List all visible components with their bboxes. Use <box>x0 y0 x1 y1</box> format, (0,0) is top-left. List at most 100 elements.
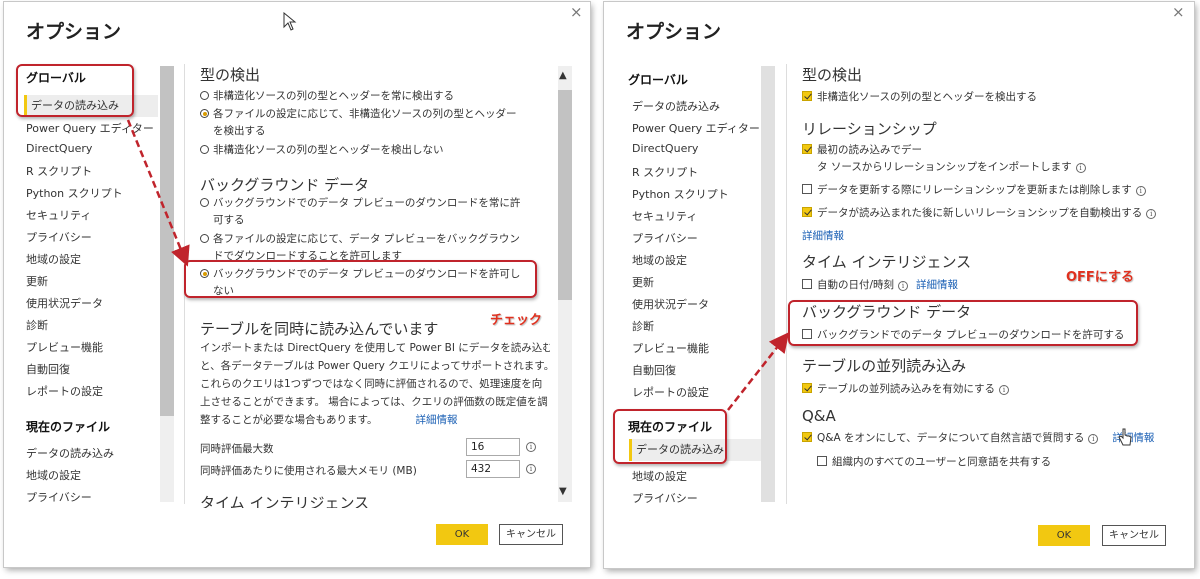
learn-more-link[interactable]: 詳細情報 <box>415 414 457 426</box>
content-scroll-thumb[interactable] <box>558 90 572 300</box>
info-icon[interactable]: i <box>898 281 909 291</box>
radio-option-bg-always[interactable]: バックグラウンドでのデータ プレビューのダウンロードを常に許 <box>200 195 520 212</box>
sidebar-item-diagnostics[interactable]: 診断 <box>632 318 654 334</box>
sidebar-scrollbar[interactable] <box>160 66 174 502</box>
radio-option-always-detect[interactable]: 非構造化ソースの列の型とヘッダーを常に検出する <box>200 88 454 105</box>
sidebar-item-diagnostics[interactable]: 診断 <box>26 317 48 333</box>
sidebar-item-report-settings[interactable]: レポートの設定 <box>26 383 103 399</box>
sidebar-scroll-thumb[interactable] <box>160 66 174 416</box>
info-icon[interactable]: i <box>1088 434 1099 444</box>
radio-icon[interactable] <box>200 91 209 100</box>
sidebar-item-preview-features[interactable]: プレビュー機能 <box>632 340 709 356</box>
info-icon[interactable]: i <box>998 385 1009 395</box>
learn-more-link[interactable]: 詳細情報 <box>802 228 844 245</box>
sidebar-item-auto-recovery[interactable]: 自動回復 <box>632 362 676 378</box>
dialog-title: オプション <box>26 21 122 43</box>
radio-selected-icon[interactable] <box>200 109 209 118</box>
sidebar-item-regional[interactable]: 地域の設定 <box>632 252 687 268</box>
close-icon[interactable]: × <box>1172 3 1185 21</box>
sidebar-item-current-privacy[interactable]: プライバシー <box>26 489 92 505</box>
sidebar-item-preview-features[interactable]: プレビュー機能 <box>26 339 103 355</box>
checkbox-autodetect-relationships[interactable]: データが読み込まれた後に新しいリレーションシップを自動検出する i <box>802 205 1157 222</box>
checkbox-update-relationships[interactable]: データを更新する際にリレーションシップを更新または削除します i <box>802 182 1146 199</box>
info-icon[interactable]: i <box>1135 186 1146 196</box>
sidebar-item-privacy[interactable]: プライバシー <box>632 230 698 246</box>
mouse-cursor-icon <box>283 12 297 31</box>
highlight-background-section <box>788 300 1138 346</box>
sidebar-item-r-script[interactable]: R スクリプト <box>632 164 698 180</box>
sidebar-item-current-data-load[interactable]: データの読み込み <box>26 445 114 461</box>
sidebar-scrollbar[interactable] <box>761 66 775 502</box>
sidebar-item-privacy[interactable]: プライバシー <box>26 229 92 245</box>
sidebar-item-power-query[interactable]: Power Query エディター <box>26 120 154 136</box>
sidebar-item-usage-data[interactable]: 使用状況データ <box>632 296 709 312</box>
radio-icon[interactable] <box>200 234 209 243</box>
info-icon[interactable]: i <box>526 464 536 474</box>
section-background-data: バックグラウンド データ <box>200 176 370 194</box>
ok-button[interactable]: OK <box>1038 525 1090 546</box>
sidebar-item-security[interactable]: セキュリティ <box>26 207 91 223</box>
checkbox-share-synonyms[interactable]: 組織内のすべてのユーザーと同意語を共有する <box>817 454 1051 471</box>
sidebar-scroll-thumb[interactable] <box>761 66 775 502</box>
cancel-button[interactable]: キャンセル <box>499 524 563 545</box>
checkbox-unchecked-icon[interactable] <box>802 279 812 289</box>
checkbox-parallel-loading[interactable]: テーブルの並列読み込みを有効にする i <box>802 381 1009 398</box>
max-memory-input[interactable] <box>466 460 520 478</box>
checkbox-checked-icon[interactable] <box>802 207 812 217</box>
info-icon[interactable]: i <box>1075 163 1086 173</box>
close-icon[interactable]: × <box>570 3 583 21</box>
sidebar-item-python-script[interactable]: Python スクリプト <box>632 186 729 202</box>
scroll-up-icon[interactable]: ▲ <box>559 70 567 81</box>
sidebar-item-directquery[interactable]: DirectQuery <box>632 142 698 155</box>
content-scrollbar[interactable]: ▲ ▼ <box>558 66 572 502</box>
sidebar-item-directquery[interactable]: DirectQuery <box>26 142 92 155</box>
checkbox-auto-datetime[interactable]: 自動の日付/時刻 i 詳細情報 <box>802 277 958 294</box>
annotation-check: チェック <box>490 313 543 328</box>
checkbox-type-detection[interactable]: 非構造化ソースの列の型とヘッダーを検出する <box>802 89 1037 106</box>
checkbox-qa-enable[interactable]: Q&A をオンにして、データについて自然言語で質問する i 詳細情報 <box>802 430 1154 447</box>
checkbox-checked-icon[interactable] <box>802 432 812 442</box>
sidebar-item-report-settings[interactable]: レポートの設定 <box>632 384 709 400</box>
sidebar-item-update[interactable]: 更新 <box>632 274 654 290</box>
sidebar-item-regional[interactable]: 地域の設定 <box>26 251 81 267</box>
highlight-global-data-load <box>16 64 134 117</box>
checkbox-import-relationships-cont: タ ソースからリレーションシップをインポートします i <box>817 159 1086 176</box>
checkbox-unchecked-icon[interactable] <box>817 456 827 466</box>
sidebar-item-usage-data[interactable]: 使用状況データ <box>26 295 103 311</box>
sidebar-item-security[interactable]: セキュリティ <box>632 208 697 224</box>
annotation-turn-off: OFFにする <box>1066 270 1134 285</box>
sidebar-item-current-privacy[interactable]: プライバシー <box>632 490 698 506</box>
section-parallel-loading: テーブルの並列読み込み <box>802 357 967 375</box>
cancel-button[interactable]: キャンセル <box>1102 525 1166 546</box>
checkbox-import-relationships[interactable]: 最初の読み込みでデー <box>802 142 922 159</box>
options-content: 型の検出 非構造化ソースの列の型とヘッダーを検出する リレーションシップ 最初の… <box>802 62 1162 508</box>
radio-icon[interactable] <box>200 198 209 207</box>
section-type-detection: 型の検出 <box>200 66 261 84</box>
sidebar-item-auto-recovery[interactable]: 自動回復 <box>26 361 70 377</box>
scroll-down-icon[interactable]: ▼ <box>559 486 567 497</box>
sidebar-item-current-regional[interactable]: 地域の設定 <box>632 468 687 484</box>
info-icon[interactable]: i <box>526 442 536 452</box>
radio-option-never-detect[interactable]: 非構造化ソースの列の型とヘッダーを検出しない <box>200 142 443 159</box>
sidebar-item-python-script[interactable]: Python スクリプト <box>26 185 123 201</box>
sidebar-item-update[interactable]: 更新 <box>26 273 48 289</box>
ok-button[interactable]: OK <box>436 524 488 545</box>
sidebar-item-r-script[interactable]: R スクリプト <box>26 163 92 179</box>
radio-icon[interactable] <box>200 145 209 154</box>
hand-cursor-icon <box>1118 428 1132 446</box>
checkbox-checked-icon[interactable] <box>802 144 812 154</box>
radio-option-per-file-detect-cont: を検出する <box>213 125 266 137</box>
options-dialog-right: オプション × グローバル データの読み込み Power Query エディター… <box>604 2 1194 568</box>
radio-option-per-file-detect[interactable]: 各ファイルの設定に応じて、非構造化ソースの列の型とヘッダー <box>200 106 516 123</box>
sidebar-header-global: グローバル <box>628 73 688 87</box>
info-icon[interactable]: i <box>1146 209 1157 219</box>
sidebar-item-power-query[interactable]: Power Query エディター <box>632 120 760 136</box>
max-eval-input[interactable] <box>466 438 520 456</box>
radio-option-bg-per-file[interactable]: 各ファイルの設定に応じて、データ プレビューをバックグラウン <box>200 231 520 248</box>
sidebar-item-data-load[interactable]: データの読み込み <box>632 98 720 114</box>
checkbox-checked-icon[interactable] <box>802 91 812 101</box>
checkbox-checked-icon[interactable] <box>802 383 812 393</box>
checkbox-unchecked-icon[interactable] <box>802 184 812 194</box>
sidebar-item-current-regional[interactable]: 地域の設定 <box>26 467 81 483</box>
learn-more-link[interactable]: 詳細情報 <box>916 279 958 291</box>
